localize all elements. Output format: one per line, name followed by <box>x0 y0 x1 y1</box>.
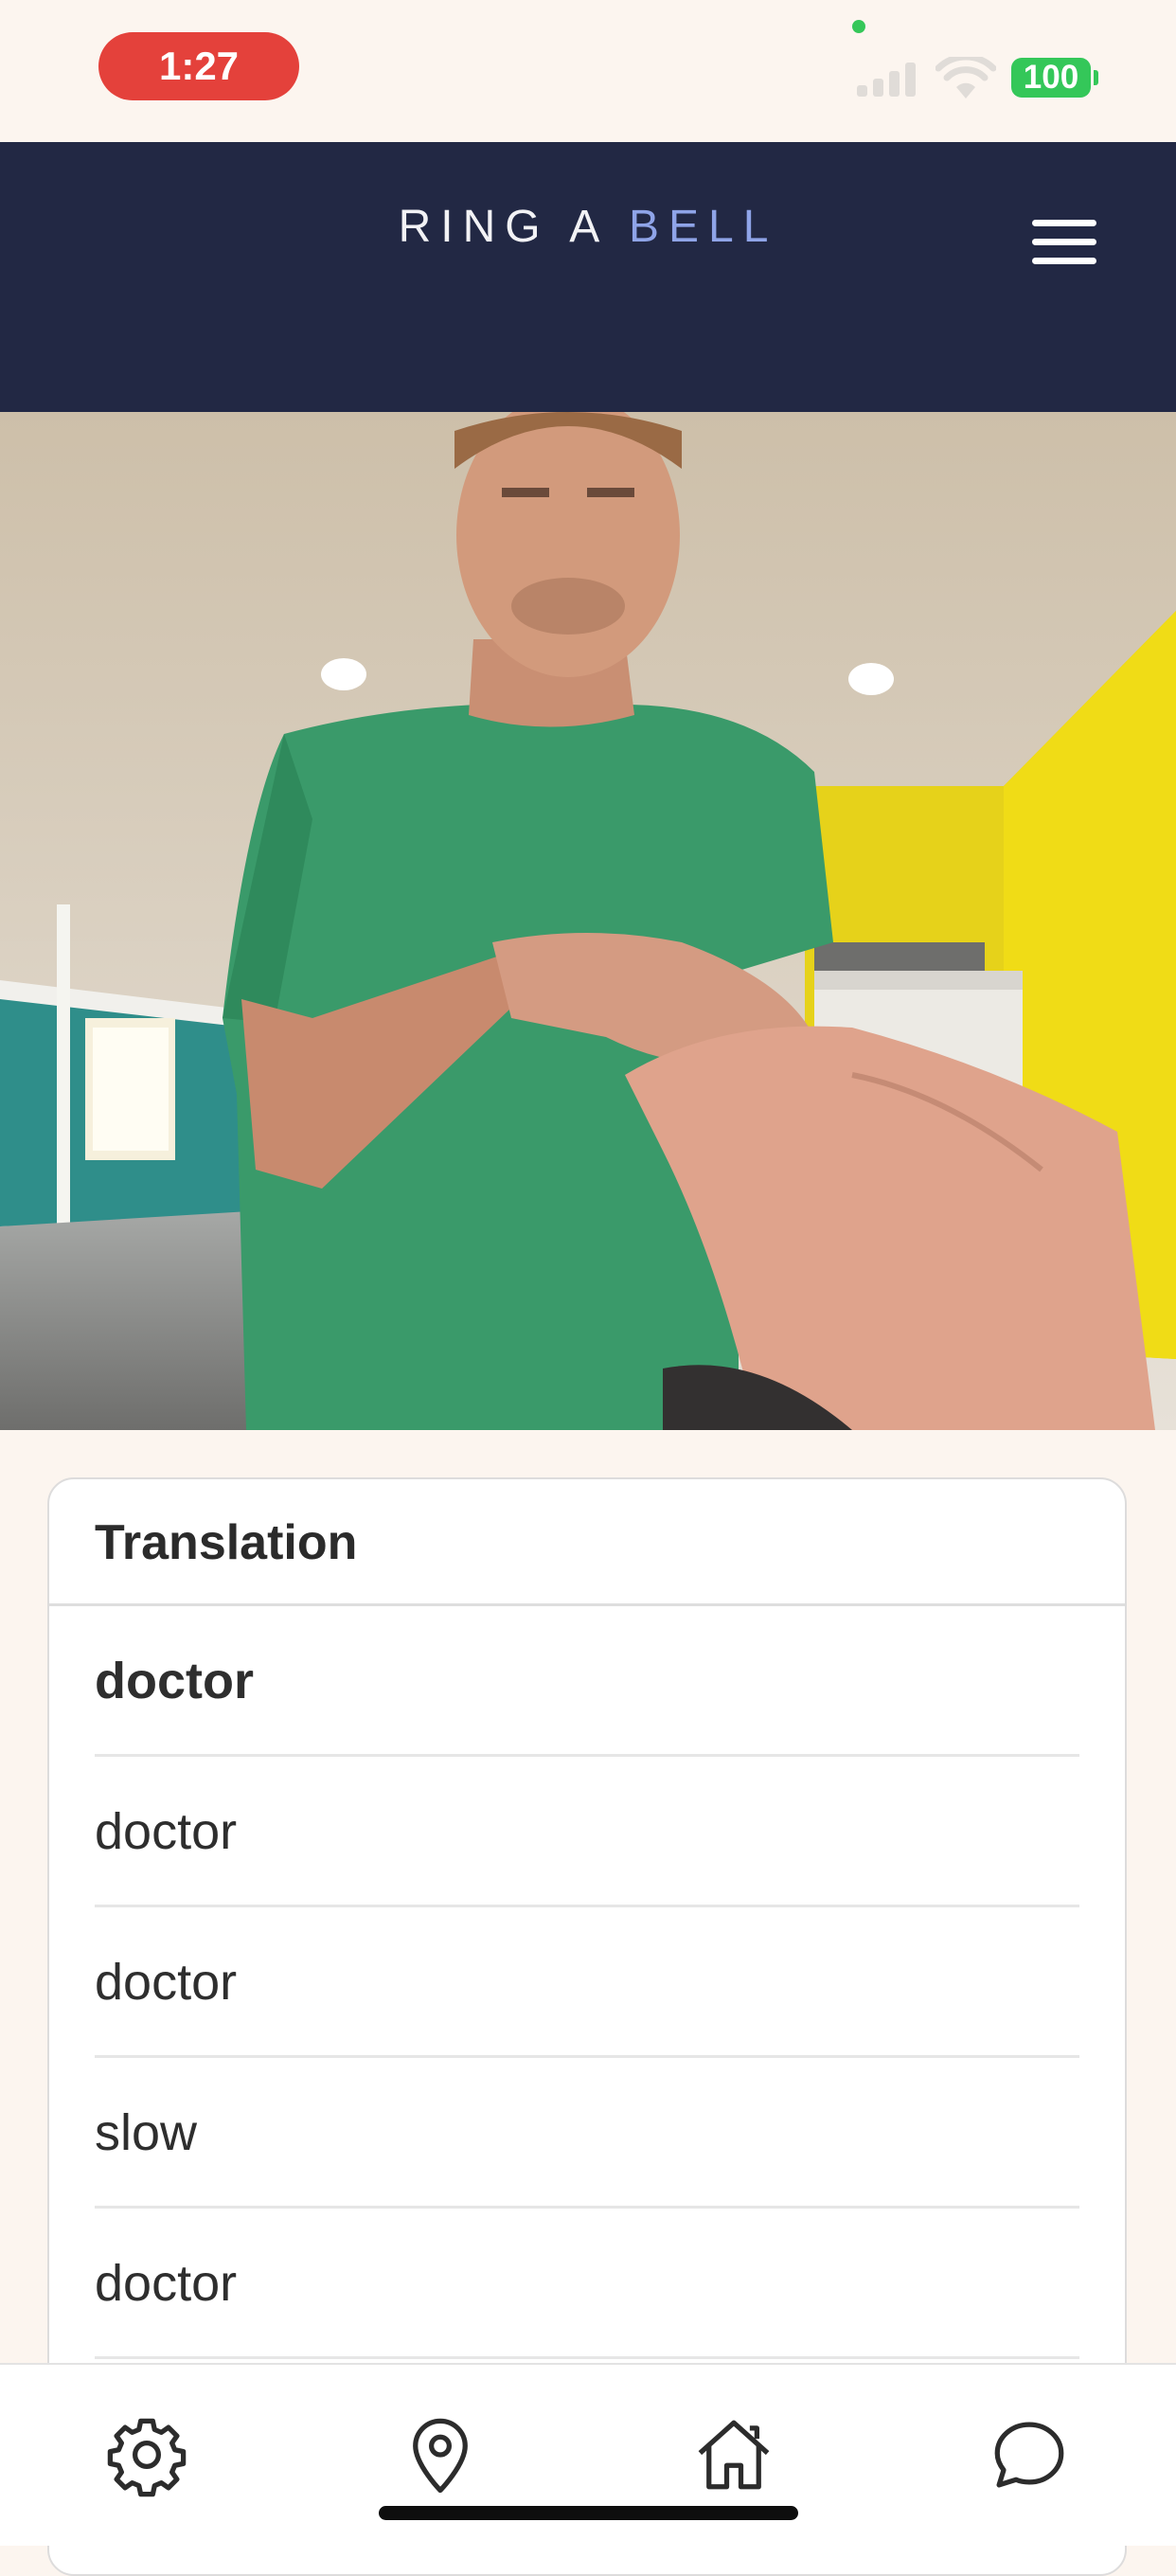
privacy-indicator-dot <box>852 20 865 33</box>
menu-button[interactable] <box>1032 220 1096 265</box>
menu-icon <box>1032 220 1096 226</box>
cellular-signal-icon <box>857 63 918 97</box>
status-bar: 1:27 100 <box>0 0 1176 142</box>
brand-accent-text: BELL <box>628 202 778 252</box>
camera-feed <box>0 412 1176 1430</box>
battery-cap <box>1094 70 1098 85</box>
home-indicator <box>379 2506 798 2520</box>
location-button[interactable] <box>398 2412 483 2497</box>
status-time: 1:27 <box>98 32 299 100</box>
bottom-navigation <box>0 2363 1176 2546</box>
brand-primary-text: RING A <box>398 202 607 252</box>
settings-button[interactable] <box>104 2412 189 2497</box>
translation-title: Translation <box>49 1479 1125 1606</box>
home-button[interactable] <box>691 2412 776 2497</box>
app-header: RING A BELL <box>0 142 1176 412</box>
translation-item: slow <box>95 2058 1079 2209</box>
gear-icon <box>107 2418 187 2497</box>
chat-button[interactable] <box>987 2412 1072 2497</box>
home-icon <box>698 2420 770 2490</box>
translation-item-current: doctor <box>95 1606 1079 1757</box>
translation-item: doctor <box>95 1907 1079 2058</box>
chat-bubble-icon <box>994 2422 1064 2488</box>
battery-indicator: 100 <box>1011 58 1091 98</box>
wifi-icon <box>935 57 996 98</box>
person-signing-photo <box>0 412 1176 1430</box>
translation-list: doctor doctor doctor slow doctor <box>95 1606 1079 2359</box>
translation-item: doctor <box>95 2209 1079 2359</box>
translation-item: doctor <box>95 1757 1079 1907</box>
map-pin-icon <box>413 2418 468 2494</box>
brand-logo: RING A BELL <box>0 201 1176 253</box>
